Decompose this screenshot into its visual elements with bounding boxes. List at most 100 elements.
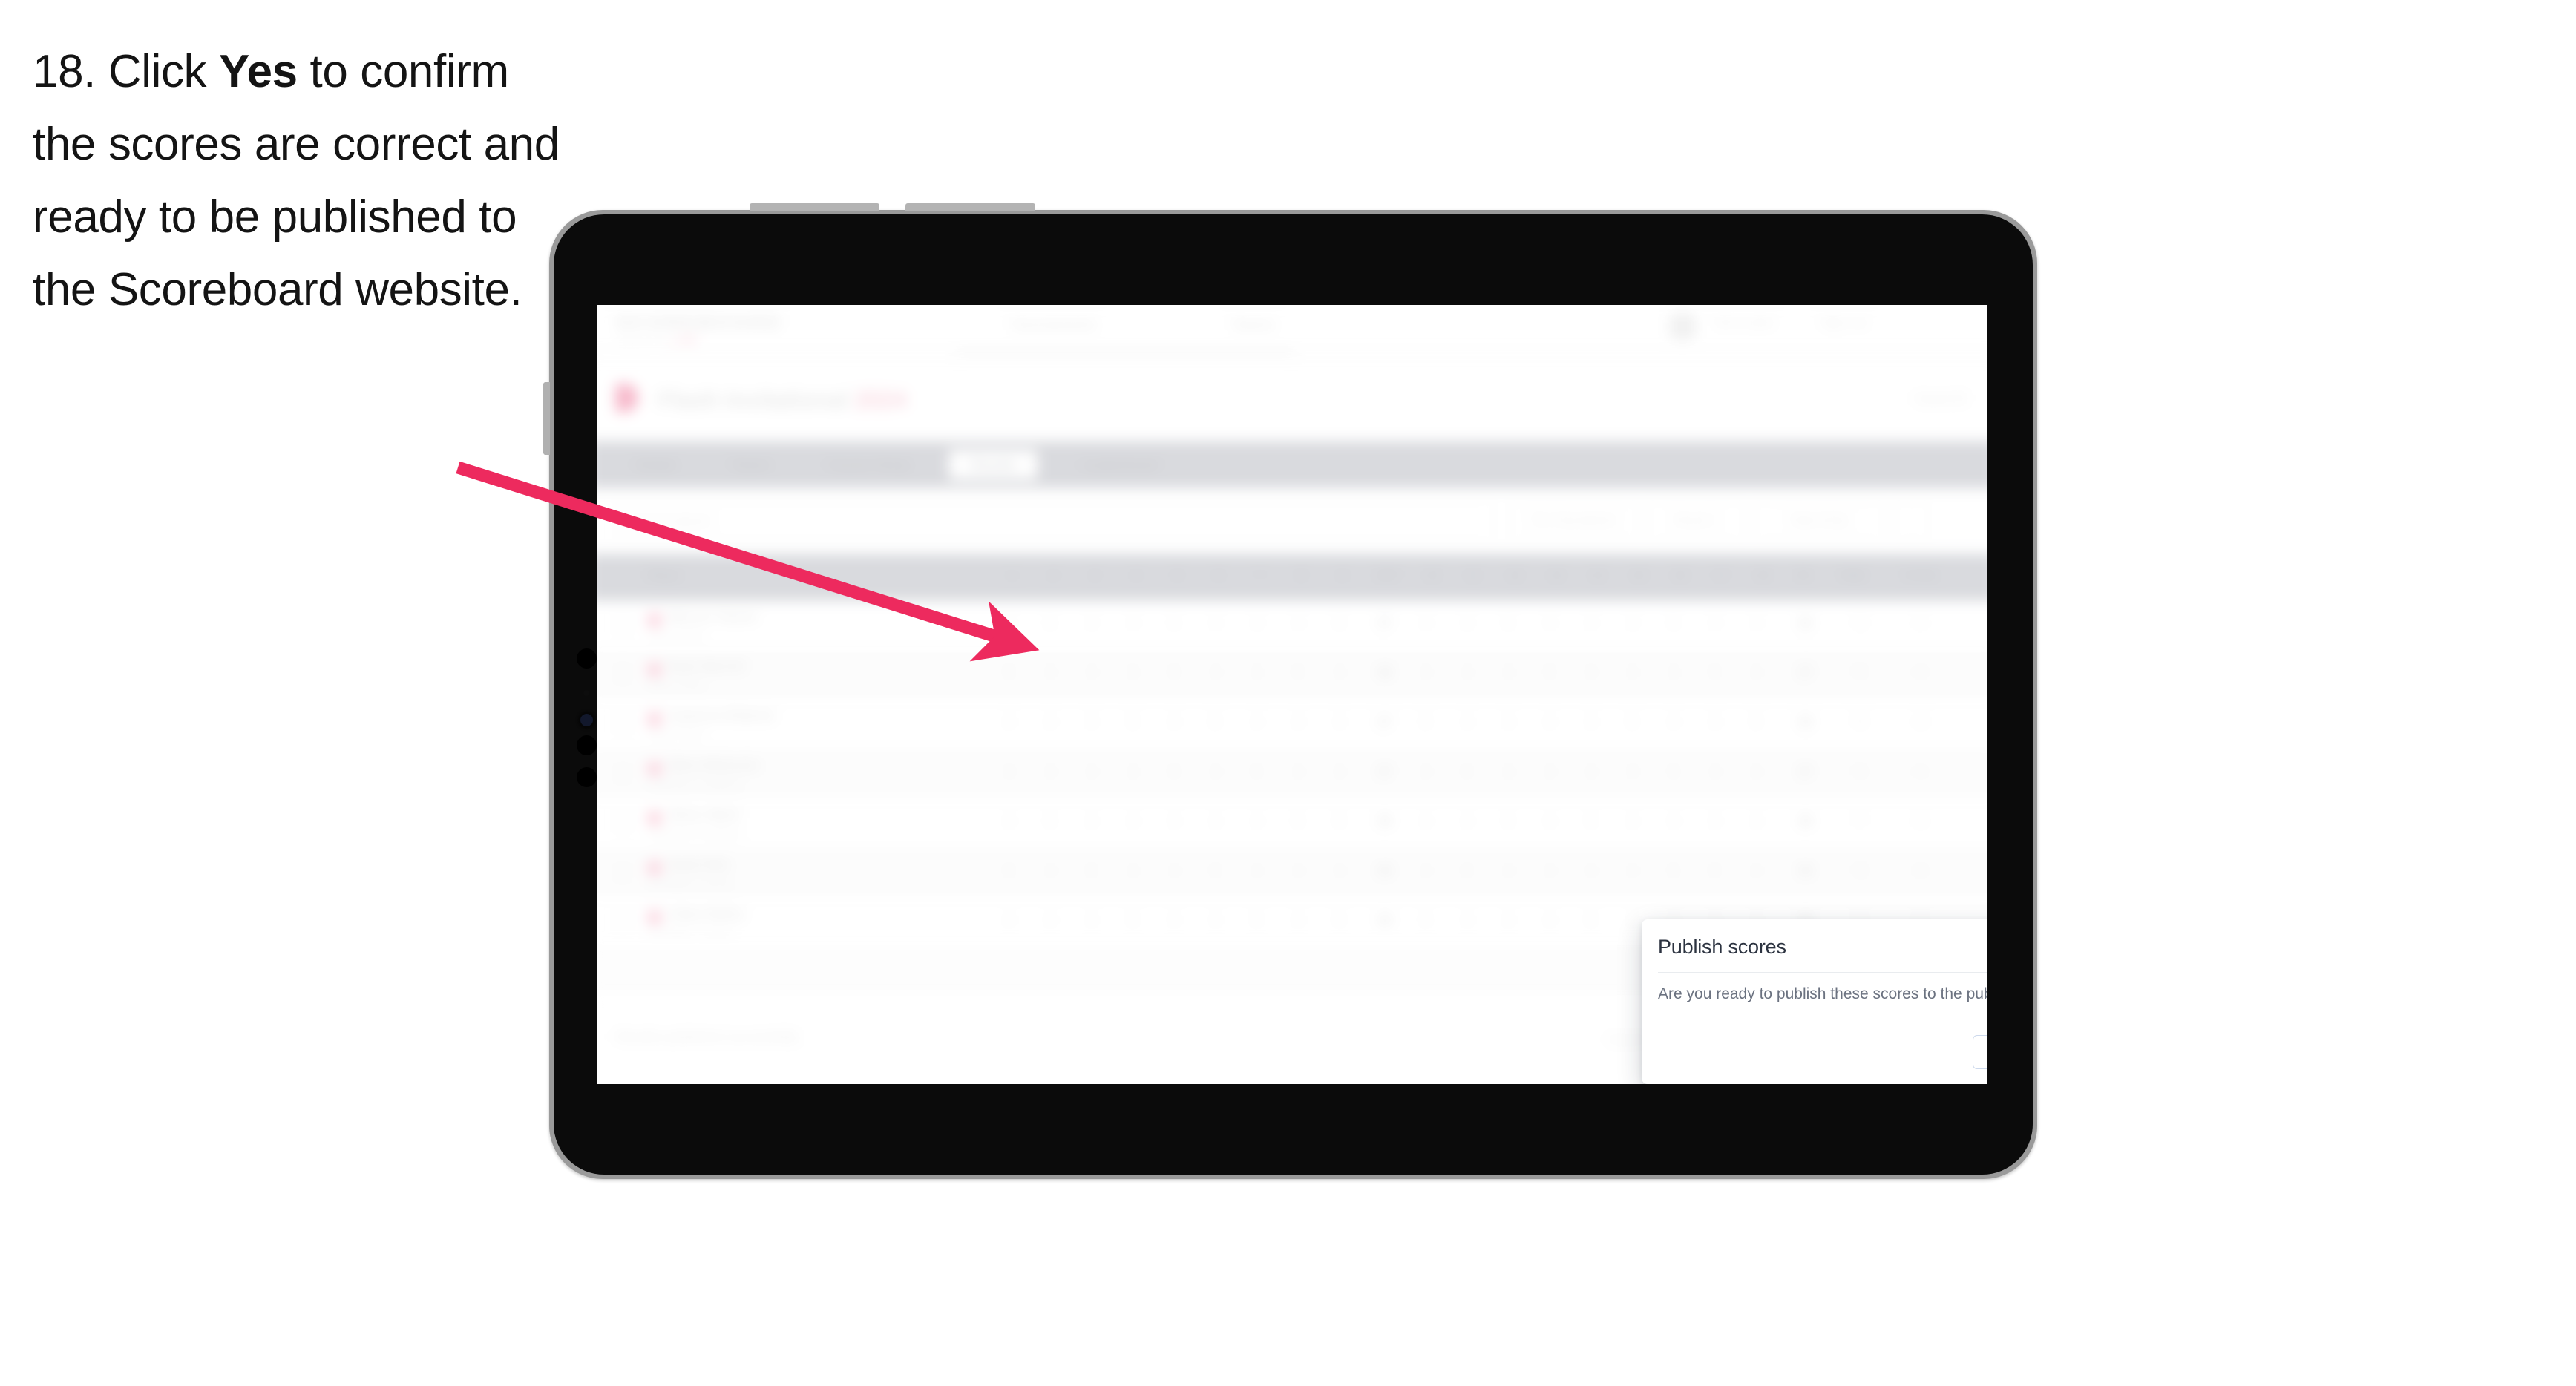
score-cell[interactable]: 5 <box>1587 815 1594 829</box>
score-cell[interactable]: 4 <box>1547 766 1553 779</box>
score-cell[interactable]: 4 <box>1212 667 1219 680</box>
filter-icon[interactable] <box>1895 504 1929 538</box>
score-cell[interactable]: 4 <box>1212 617 1219 631</box>
score-cell[interactable]: 4 <box>1047 667 1054 680</box>
row-checkbox[interactable] <box>615 666 631 682</box>
score-cell[interactable]: 4 <box>1047 865 1054 878</box>
score-cell[interactable]: 5 <box>1336 815 1343 829</box>
score-cell[interactable]: 5 <box>1671 865 1677 878</box>
score-cell[interactable]: 3 <box>1587 667 1594 680</box>
score-cell[interactable]: 4 <box>1130 766 1136 779</box>
row-checkbox[interactable] <box>615 864 631 880</box>
score-cell[interactable]: 4 <box>1587 716 1594 729</box>
filter-team-entry[interactable]: Team Entry <box>1755 504 1884 538</box>
score-cell[interactable]: 4 <box>1006 617 1012 631</box>
score-cell[interactable]: 5 <box>1130 716 1136 729</box>
score-cell[interactable]: 5 <box>1212 865 1219 878</box>
score-cell[interactable]: 4 <box>1629 667 1636 680</box>
score-cell[interactable]: 4 <box>1047 766 1054 779</box>
score-cell[interactable]: 3 <box>1505 716 1512 729</box>
score-cell[interactable]: 4 <box>1423 865 1429 878</box>
score-cell[interactable]: 5 <box>1629 716 1636 729</box>
score-cell[interactable]: 4 <box>1253 716 1260 729</box>
score-cell[interactable]: 4 <box>1336 766 1343 779</box>
score-cell[interactable]: 4 <box>1505 865 1512 878</box>
score-cell[interactable]: 5 <box>1505 815 1512 829</box>
tab-details[interactable]: Details <box>615 450 696 479</box>
score-cell[interactable]: 5 <box>1253 766 1260 779</box>
score-cell[interactable]: 5 <box>1464 865 1470 878</box>
score-cell[interactable]: 4 <box>1130 865 1136 878</box>
score-cell[interactable]: 5 <box>1505 617 1512 631</box>
score-cell[interactable]: 5 <box>1336 915 1343 928</box>
score-cell[interactable]: 4 <box>1547 815 1553 829</box>
score-cell[interactable]: 4 <box>1253 667 1260 680</box>
score-cell[interactable]: 5 <box>1295 667 1302 680</box>
power-button[interactable] <box>543 382 550 455</box>
score-cell[interactable]: 5 <box>1671 617 1677 631</box>
score-cell[interactable]: 4 <box>1088 815 1095 829</box>
volume-up-button[interactable] <box>750 203 879 211</box>
tab-course-setup[interactable]: Course Setup <box>804 450 932 479</box>
score-cell[interactable]: 4 <box>1547 716 1553 729</box>
score-cell[interactable]: 4 <box>1130 617 1136 631</box>
score-cell[interactable]: 5 <box>1006 667 1012 680</box>
score-cell[interactable]: 4 <box>1547 865 1553 878</box>
score-cell[interactable]: 5 <box>1212 716 1219 729</box>
score-cell[interactable]: 4 <box>1671 667 1677 680</box>
filter-pre-tournament[interactable]: Pre-Tournament <box>1510 504 1637 538</box>
score-cell[interactable]: 3 <box>1130 667 1136 680</box>
score-cell[interactable]: 4 <box>1088 667 1095 680</box>
table-row[interactable]: Ryan Barrett Team A Blue 5 4 4 3 5 4 4 5 4 38 4 4 4 5 3 4… <box>597 650 1987 700</box>
score-cell[interactable]: 4 <box>1587 617 1594 631</box>
row-checkbox[interactable] <box>615 766 631 781</box>
score-cell[interactable]: 4 <box>1212 915 1219 928</box>
filter-round[interactable]: Round 1 <box>1648 504 1744 538</box>
score-cell[interactable]: 3 <box>1629 617 1636 631</box>
footer-cancel-link[interactable]: Cancel <box>1606 1032 1646 1047</box>
tab-teams[interactable]: Teams <box>716 450 785 479</box>
score-cell[interactable]: 5 <box>1464 766 1470 779</box>
score-cell[interactable]: 4 <box>1547 915 1553 928</box>
score-cell[interactable]: 4 <box>1336 865 1343 878</box>
score-cell[interactable]: 4 <box>1423 667 1429 680</box>
row-checkbox[interactable] <box>615 716 631 732</box>
score-cell[interactable]: 4 <box>1753 617 1760 631</box>
row-checkbox[interactable] <box>615 914 631 930</box>
score-cell[interactable]: 4 <box>1464 667 1470 680</box>
score-cell[interactable]: 4 <box>1464 915 1470 928</box>
row-checkbox[interactable] <box>615 617 631 633</box>
score-cell[interactable]: 4 <box>1423 815 1429 829</box>
score-cell[interactable]: 4 <box>1464 815 1470 829</box>
score-cell[interactable]: 4 <box>1006 716 1012 729</box>
score-cell[interactable]: 3 <box>1629 766 1636 779</box>
score-cell[interactable]: 4 <box>1253 865 1260 878</box>
score-cell[interactable]: 4 <box>1671 716 1677 729</box>
score-cell[interactable]: 3 <box>1006 766 1012 779</box>
volume-down-button[interactable] <box>905 203 1035 211</box>
score-cell[interactable]: 4 <box>1711 617 1718 631</box>
score-cell[interactable]: 4 <box>1088 915 1095 928</box>
sign-out-link[interactable]: Sign out <box>1820 315 1867 330</box>
score-cell[interactable]: 4 <box>1171 815 1178 829</box>
table-row[interactable]: Noah Ellis Northgate Country 5 4 5 4 4 5 4 4 4 39 4 5… <box>597 848 1987 899</box>
score-cell[interactable]: 4 <box>1423 617 1429 631</box>
score-cell[interactable]: 4 <box>1711 766 1718 779</box>
score-cell[interactable]: 4 <box>1171 716 1178 729</box>
score-cell[interactable]: 4 <box>1047 915 1054 928</box>
tab-results[interactable]: Results <box>948 450 1038 480</box>
score-cell[interactable]: 5 <box>1711 667 1718 680</box>
nav-teams[interactable]: Teams <box>1230 317 1275 334</box>
score-cell[interactable]: 4 <box>1047 716 1054 729</box>
score-cell[interactable]: 4 <box>1753 815 1760 829</box>
score-cell[interactable]: 4 <box>1505 766 1512 779</box>
score-cell[interactable]: 4 <box>1295 915 1302 928</box>
score-cell[interactable]: 3 <box>1253 617 1260 631</box>
score-cell[interactable]: 4 <box>1006 815 1012 829</box>
score-cell[interactable]: 4 <box>1753 766 1760 779</box>
score-cell[interactable]: 4 <box>1212 815 1219 829</box>
score-cell[interactable]: 4 <box>1423 766 1429 779</box>
score-cell[interactable]: 5 <box>1547 667 1553 680</box>
cancel-button[interactable]: Cancel <box>1973 1035 1987 1069</box>
score-cell[interactable]: 5 <box>1671 766 1677 779</box>
